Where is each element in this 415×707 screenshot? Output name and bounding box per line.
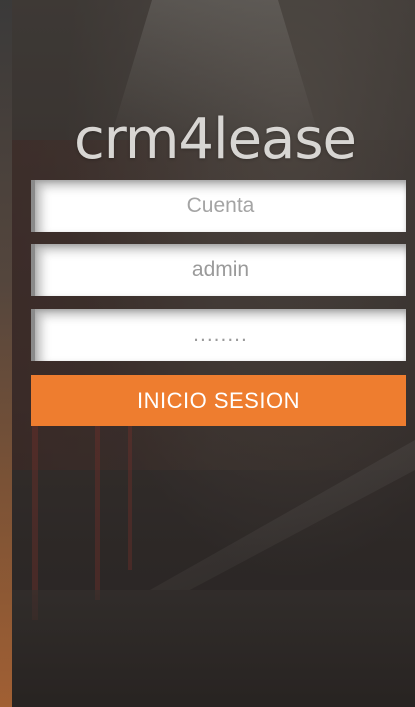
background-beam xyxy=(95,420,100,600)
background-beam xyxy=(128,420,132,570)
background-floor xyxy=(12,590,415,707)
login-screen: crm4lease INICIO SESION xyxy=(0,0,415,707)
account-input[interactable] xyxy=(31,180,406,232)
background-beam xyxy=(32,420,38,620)
login-button[interactable]: INICIO SESION xyxy=(31,375,406,426)
background-stairs xyxy=(150,440,415,590)
app-logo: crm4lease xyxy=(74,107,357,172)
username-input[interactable] xyxy=(31,244,406,296)
password-input[interactable] xyxy=(31,309,406,361)
left-edge-accent xyxy=(0,0,12,707)
